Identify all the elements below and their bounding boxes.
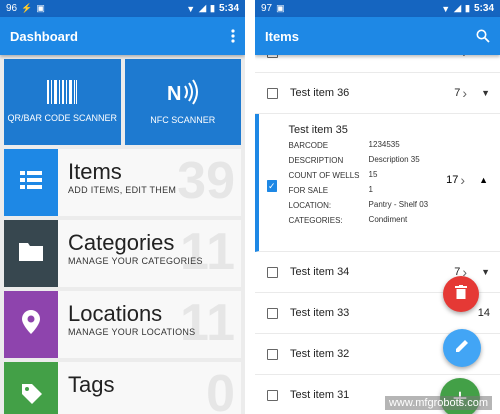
- battery-icon: ▮: [210, 3, 215, 13]
- item-name: Test item 31: [290, 389, 350, 401]
- image-icon: ▣: [276, 3, 285, 13]
- locations-title: Locations: [68, 301, 163, 326]
- field-value: 1: [368, 185, 373, 194]
- usb-icon: ⚡: [21, 3, 33, 13]
- expand-arrow-icon[interactable]: ▼: [481, 267, 490, 277]
- chevron-right-icon: ›: [462, 85, 468, 101]
- field-key: COUNT OF WELLS: [288, 171, 360, 180]
- status-left-text: 96: [6, 3, 18, 14]
- categories-subtitle: MANAGE YOUR CATEGORIES: [68, 256, 203, 266]
- page-title: Items: [265, 28, 299, 44]
- search-icon[interactable]: [476, 29, 490, 43]
- item-name: Test item 36: [290, 87, 350, 99]
- app-bar: Dashboard: [0, 17, 245, 55]
- expanded-list-item[interactable]: ✓ Test item 35 BARCODE 1234535 DESCRIPTIO…: [255, 114, 500, 252]
- status-bar: 97 ▣ ▼ ◢ ▮ 5:34: [255, 0, 500, 17]
- overflow-menu-icon[interactable]: [231, 29, 235, 43]
- location-pin-icon: [22, 310, 40, 339]
- item-checkbox[interactable]: [267, 307, 278, 319]
- items-icon-box: [4, 149, 58, 216]
- field-value: Description 35: [368, 155, 420, 164]
- field-key: BARCODE: [288, 141, 329, 150]
- signal-icon: ◢: [454, 3, 462, 13]
- folder-icon: [19, 241, 43, 266]
- battery-icon: ▮: [465, 3, 470, 13]
- tags-tile[interactable]: Tags 0: [4, 362, 241, 414]
- item-quantity: 14: [477, 307, 490, 319]
- item-checkbox[interactable]: [267, 348, 278, 360]
- nfc-icon: N: [165, 78, 201, 109]
- field-value: Pantry - Shelf 03: [368, 200, 429, 209]
- watermark: www.mfgrobots.com: [384, 396, 492, 410]
- item-name: Test item 33: [290, 307, 350, 319]
- qr-scanner-label: QR/BAR CODE SCANNER: [7, 113, 118, 123]
- list-item[interactable]: Test item 36 7 › ▼: [255, 73, 500, 114]
- item-checkbox[interactable]: [267, 266, 278, 278]
- field-key: DESCRIPTION: [288, 156, 344, 165]
- categories-icon-box: [4, 220, 58, 287]
- tag-icon: [20, 382, 42, 409]
- tags-count: 0: [206, 365, 235, 414]
- item-checkbox[interactable]: [267, 389, 278, 401]
- trash-icon: [455, 284, 467, 304]
- wifi-icon: ▼: [441, 3, 451, 14]
- status-time: 5:34: [218, 3, 239, 14]
- locations-tile[interactable]: Locations MANAGE YOUR LOCATIONS 11: [4, 291, 241, 358]
- field-value: Condiment: [368, 215, 408, 224]
- delete-fab-button[interactable]: [443, 276, 479, 312]
- barcode-icon: [47, 80, 78, 107]
- tags-icon-box: [4, 362, 58, 414]
- dashboard-screen: 96 ⚡ ▣ ▼ ◢ ▮ 5:34 Dashboard QR/BAR CODE …: [0, 0, 245, 414]
- item-checkbox[interactable]: [267, 87, 278, 99]
- page-title: Dashboard: [10, 28, 78, 44]
- field-key: FOR SALE: [288, 186, 329, 195]
- list-icon: [20, 171, 42, 194]
- expand-arrow-icon[interactable]: ▼: [481, 88, 490, 98]
- edit-fab-button[interactable]: [443, 329, 481, 367]
- item-name: Test item 35: [288, 124, 348, 136]
- nfc-scanner-label: NFC SCANNER: [150, 115, 216, 125]
- field-key: LOCATION:: [288, 201, 332, 210]
- svg-text:N: N: [167, 83, 181, 105]
- items-subtitle: ADD ITEMS, EDIT THEM: [68, 185, 177, 195]
- locations-icon-box: [4, 291, 58, 358]
- locations-subtitle: MANAGE YOUR LOCATIONS: [68, 327, 196, 337]
- collapse-arrow-icon[interactable]: ▲: [479, 175, 488, 185]
- status-time: 5:34: [473, 3, 494, 14]
- nfc-scanner-tile[interactable]: N NFC SCANNER: [124, 59, 241, 145]
- categories-tile[interactable]: Categories MANAGE YOUR CATEGORIES 11: [4, 220, 241, 287]
- field-value: 15: [368, 170, 378, 179]
- image-icon: ▣: [36, 3, 45, 13]
- tags-title: Tags: [68, 372, 115, 397]
- wifi-icon: ▼: [186, 3, 196, 14]
- item-quantity: 17: [446, 174, 459, 186]
- item-name: Test item 34: [290, 266, 350, 278]
- qr-barcode-scanner-tile[interactable]: QR/BAR CODE SCANNER: [4, 59, 121, 145]
- items-count: 39: [177, 152, 235, 210]
- signal-icon: ◢: [199, 3, 207, 13]
- field-value: 1234535: [368, 140, 400, 149]
- item-checkbox-checked[interactable]: ✓: [267, 180, 277, 192]
- status-bar: 96 ⚡ ▣ ▼ ◢ ▮ 5:34: [0, 0, 245, 17]
- categories-title: Categories: [68, 230, 175, 255]
- chevron-right-icon: ›: [460, 172, 466, 188]
- field-key: CATEGORIES:: [288, 216, 343, 225]
- item-quantity: 7: [454, 87, 461, 99]
- items-title: Items: [68, 159, 122, 184]
- pencil-icon: [455, 339, 469, 358]
- items-tile[interactable]: Items ADD ITEMS, EDIT THEM 39: [4, 149, 241, 216]
- item-name: Test item 32: [290, 348, 350, 360]
- app-bar: Items: [255, 17, 500, 55]
- status-left-text: 97: [261, 3, 273, 14]
